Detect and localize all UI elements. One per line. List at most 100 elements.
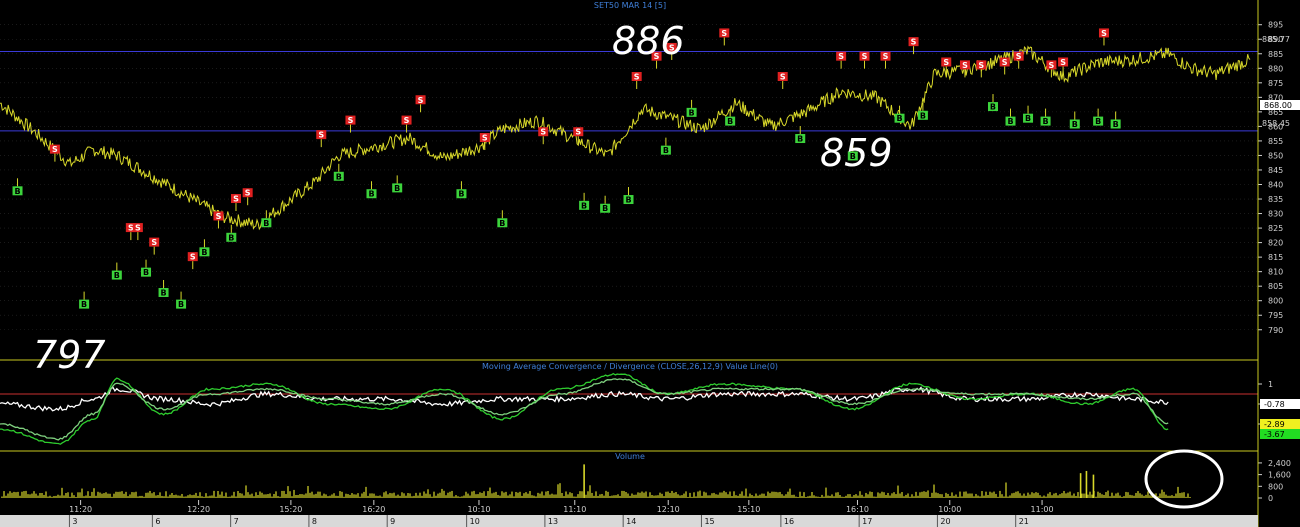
buy-signal-label: B	[1007, 117, 1013, 126]
buy-signal-label: B	[1095, 117, 1101, 126]
sell-signal-label: S	[862, 52, 868, 61]
price-tick-label: 805	[1268, 282, 1283, 291]
price-tick-label: 815	[1268, 253, 1283, 262]
sell-signal-label: S	[418, 96, 424, 105]
price-tick-label: 840	[1268, 181, 1283, 190]
sell-signal-label: S	[634, 73, 640, 82]
date-tick-label: 13	[548, 517, 558, 526]
stock-chart: 8958908858808758708658608558508458408358…	[0, 0, 1300, 527]
time-tick-label: 11:20	[69, 505, 92, 514]
resistance-label: 885.77	[1262, 35, 1290, 44]
price-tick-label: 790	[1268, 326, 1283, 335]
date-tick-label: 20	[940, 517, 950, 526]
sell-signal-label: S	[883, 52, 889, 61]
date-tick-label: 17	[862, 517, 872, 526]
support-label: 858.45	[1262, 119, 1290, 128]
buy-signal-label: B	[990, 103, 996, 112]
sell-signal-label: S	[1060, 58, 1066, 67]
sell-signal-label: S	[962, 61, 968, 70]
sell-signal-label: S	[404, 116, 410, 125]
buy-signal-label: B	[727, 117, 733, 126]
sell-signal-label: S	[838, 52, 844, 61]
buy-signal-label: B	[368, 190, 374, 199]
price-tick-label: 850	[1268, 151, 1283, 160]
sell-signal-label: S	[943, 58, 949, 67]
sell-signal-label: S	[233, 195, 239, 204]
buy-signal-label: B	[458, 190, 464, 199]
sell-signal-label: S	[190, 253, 196, 262]
price-tick-label: 835	[1268, 195, 1283, 204]
sell-signal-label: S	[348, 116, 354, 125]
sell-signal-label: S	[1101, 29, 1107, 38]
macd-tick-label: 1	[1268, 380, 1273, 389]
date-tick-label: 7	[234, 517, 239, 526]
buy-signal-label: B	[114, 271, 120, 280]
sell-signal-label: S	[318, 131, 324, 140]
buy-signal-label: B	[602, 204, 608, 213]
buy-signal-label: B	[394, 184, 400, 193]
sell-signal-label: S	[1016, 52, 1022, 61]
sell-signal-label: S	[1049, 61, 1055, 70]
macd-value-label: -0.78	[1264, 400, 1285, 409]
date-tick-label: 6	[155, 517, 160, 526]
buy-signal-label: B	[263, 219, 269, 228]
price-tick-label: 800	[1268, 297, 1283, 306]
time-tick-label: 11:10	[563, 505, 586, 514]
volume-title: Volume	[615, 452, 645, 461]
price-tick-label: 875	[1268, 79, 1283, 88]
time-tick-label: 12:20	[187, 505, 210, 514]
date-tick-label: 10	[470, 517, 480, 526]
time-tick-label: 16:10	[846, 505, 869, 514]
buy-signal-label: B	[1025, 114, 1031, 123]
price-tick-label: 880	[1268, 64, 1283, 73]
date-tick-label: 14	[626, 517, 636, 526]
buy-signal-label: B	[1113, 120, 1119, 129]
buy-signal-label: B	[14, 187, 20, 196]
annotation-low: 797	[33, 333, 106, 377]
buy-signal-label: B	[1043, 117, 1049, 126]
buy-signal-label: B	[201, 248, 207, 257]
date-tick-label: 3	[72, 517, 77, 526]
time-tick-label: 15:10	[737, 505, 760, 514]
volume-tick-label: 800	[1268, 482, 1283, 491]
price-tick-label: 830	[1268, 210, 1283, 219]
buy-signal-label: B	[178, 300, 184, 309]
price-tick-label: 820	[1268, 239, 1283, 248]
sell-signal-label: S	[135, 224, 141, 233]
time-tick-label: 10:00	[938, 505, 961, 514]
buy-signal-label: B	[336, 172, 342, 181]
buy-signal-label: B	[581, 201, 587, 210]
sell-signal-label: S	[245, 189, 251, 198]
buy-signal-label: B	[228, 233, 234, 242]
macd-hist-label: -3.67	[1264, 430, 1285, 439]
price-tick-label: 895	[1268, 21, 1283, 30]
price-chart-title: SET50 MAR 14 [5]	[594, 1, 666, 10]
time-tick-label: 10:10	[467, 505, 490, 514]
buy-signal-label: B	[797, 135, 803, 144]
price-tick-label: 855	[1268, 137, 1283, 146]
buy-signal-label: B	[143, 268, 149, 277]
current-price-label: 868.00	[1264, 101, 1292, 110]
date-tick-label: 16	[784, 517, 794, 526]
price-tick-label: 885	[1268, 50, 1283, 59]
volume-tick-label: 2,400	[1268, 459, 1291, 468]
sell-signal-label: S	[575, 128, 581, 137]
macd-title: Moving Average Convergence / Divergence …	[482, 362, 778, 371]
buy-signal-label: B	[663, 146, 669, 155]
price-tick-label: 845	[1268, 166, 1283, 175]
buy-signal-label: B	[499, 219, 505, 228]
price-tick-label: 825	[1268, 224, 1283, 233]
buy-signal-label: B	[81, 300, 87, 309]
sell-signal-label: S	[978, 61, 984, 70]
buy-signal-label: B	[689, 108, 695, 117]
sell-signal-label: S	[721, 29, 727, 38]
time-tick-label: 12:10	[657, 505, 680, 514]
time-tick-label: 15:20	[279, 505, 302, 514]
date-tick-label: 8	[312, 517, 317, 526]
time-tick-label: 11:00	[1031, 505, 1054, 514]
buy-signal-label: B	[896, 114, 902, 123]
annotation-high: 886	[612, 19, 685, 63]
sell-signal-label: S	[540, 128, 546, 137]
date-tick-label: 15	[704, 517, 714, 526]
buy-signal-label: B	[625, 196, 631, 205]
